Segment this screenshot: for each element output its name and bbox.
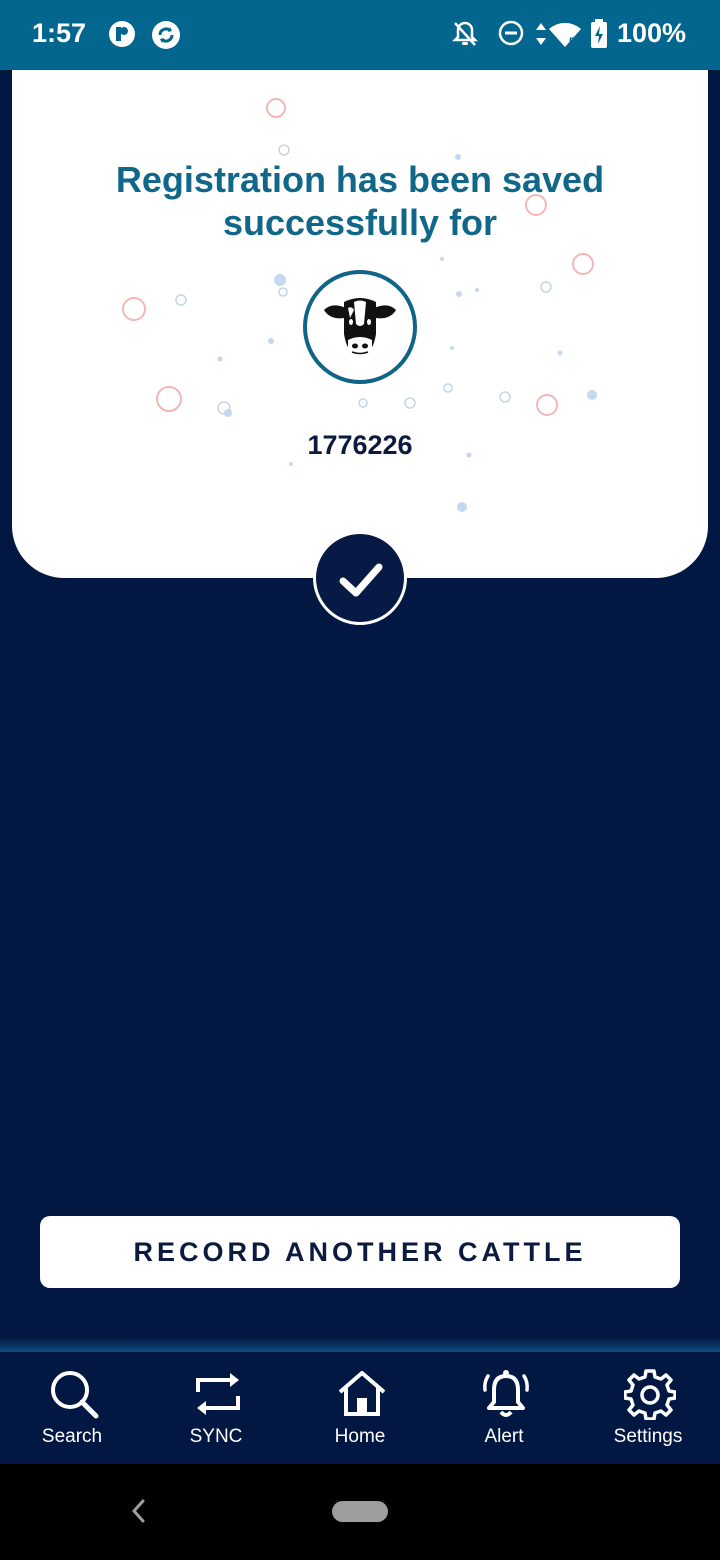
success-title: Registration has been saved successfully… bbox=[12, 158, 708, 244]
cow-head-icon bbox=[324, 298, 396, 355]
search-icon bbox=[51, 1371, 99, 1419]
do-not-disturb-icon bbox=[498, 20, 524, 51]
status-time: 1:57 bbox=[32, 18, 87, 48]
success-title-line2: successfully for bbox=[222, 202, 498, 243]
back-icon[interactable] bbox=[128, 1496, 148, 1531]
home-gesture-pill[interactable] bbox=[332, 1501, 388, 1522]
status-bar: 1:57 5 100% bbox=[0, 0, 720, 70]
bottom-nav: Search SYNC Home Alert Settings bbox=[0, 1352, 720, 1464]
battery-charging-icon bbox=[590, 19, 608, 54]
success-check-badge bbox=[313, 531, 407, 625]
animal-badge bbox=[303, 270, 417, 384]
app-p-icon bbox=[108, 20, 136, 53]
success-card: Registration has been saved successfully… bbox=[12, 70, 708, 578]
data-arrows-icon bbox=[535, 22, 547, 51]
nav-label-settings: Settings bbox=[613, 1426, 683, 1447]
nav-item-search[interactable]: Search bbox=[0, 1352, 144, 1464]
bell-icon bbox=[483, 1370, 529, 1417]
sync-icon bbox=[196, 1373, 240, 1415]
record-another-cattle-button[interactable]: RECORD ANOTHER CATTLE bbox=[40, 1216, 680, 1288]
nav-label-alert: Alert bbox=[484, 1426, 524, 1447]
notifications-off-icon bbox=[451, 20, 479, 53]
nav-item-home[interactable]: Home bbox=[288, 1352, 432, 1464]
app-refresh-icon bbox=[151, 20, 181, 55]
battery-percentage: 100% bbox=[616, 18, 686, 48]
svg-text:5: 5 bbox=[569, 36, 575, 48]
nav-item-alert[interactable]: Alert bbox=[432, 1352, 576, 1464]
success-title-line1: Registration has been saved bbox=[115, 159, 605, 200]
checkmark-icon bbox=[339, 563, 383, 597]
home-icon bbox=[338, 1371, 386, 1416]
nav-label-sync: SYNC bbox=[189, 1426, 243, 1447]
nav-divider bbox=[0, 1338, 720, 1352]
nav-item-settings[interactable]: Settings bbox=[576, 1352, 720, 1464]
gear-icon bbox=[624, 1369, 676, 1420]
nav-label-search: Search bbox=[41, 1426, 103, 1447]
nav-item-sync[interactable]: SYNC bbox=[144, 1352, 288, 1464]
nav-label-home: Home bbox=[334, 1426, 386, 1447]
wifi-icon: 5 bbox=[548, 22, 582, 53]
animal-tag-number: 1776226 bbox=[307, 430, 413, 460]
